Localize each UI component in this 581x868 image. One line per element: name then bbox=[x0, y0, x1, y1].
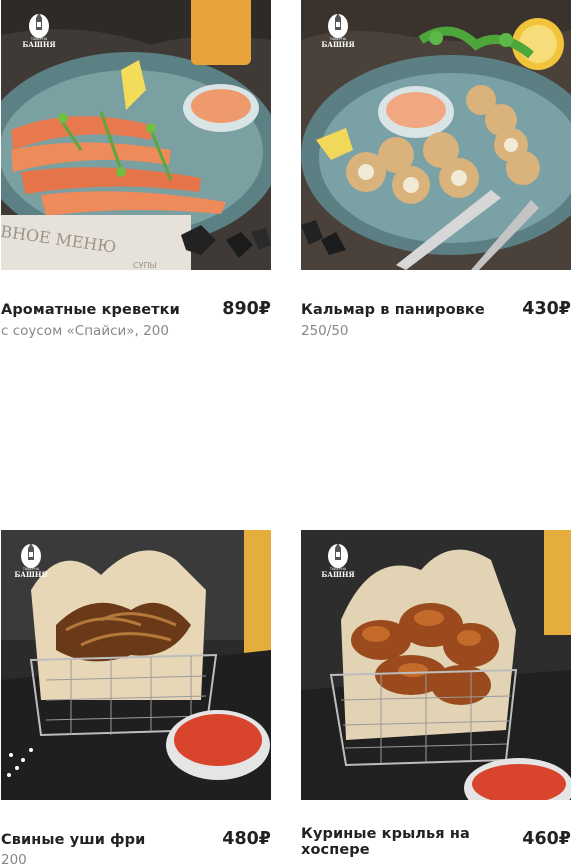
svg-text:БАШНЯ: БАШНЯ bbox=[321, 40, 354, 49]
item-description: с соусом «Спайси», 200 bbox=[1, 323, 169, 339]
item-title: Ароматные креветки bbox=[1, 302, 180, 318]
svg-text:СУПЫ: СУПЫ bbox=[133, 261, 157, 270]
chicken-wings-basket-photo[interactable]: ТАВЕРНА БАШНЯ bbox=[301, 530, 571, 800]
item-price: 890₽ bbox=[222, 299, 271, 319]
svg-text:БАШНЯ: БАШНЯ bbox=[14, 570, 47, 579]
tavern-logo: ТАВЕРНА БАШНЯ bbox=[18, 10, 62, 54]
item-title: Куриные крылья на хоспере bbox=[301, 826, 470, 858]
item-price: 430₽ bbox=[522, 299, 571, 319]
item-title: Свиные уши фри bbox=[1, 832, 146, 848]
item-description: 200 bbox=[1, 852, 27, 868]
item-price: 480₽ bbox=[222, 829, 271, 849]
tavern-logo: ТАВЕРНА БАШНЯ bbox=[10, 540, 54, 584]
shrimp-plate-photo[interactable]: ВНОЕ МЕНЮ СУПЫ ТАВЕРНА БАШНЯ bbox=[1, 0, 271, 270]
svg-text:БАШНЯ: БАШНЯ bbox=[22, 40, 55, 49]
svg-text:БАШНЯ: БАШНЯ bbox=[321, 570, 354, 579]
breaded-squid-photo[interactable]: ТАВЕРНА БАШНЯ bbox=[301, 0, 571, 270]
item-title: Кальмар в панировке bbox=[301, 302, 485, 318]
pork-ears-basket-photo[interactable]: ТАВЕРНА БАШНЯ bbox=[1, 530, 271, 800]
item-description: 250/50 bbox=[301, 323, 349, 339]
tavern-logo: ТАВЕРНА БАШНЯ bbox=[317, 10, 361, 54]
item-price: 460₽ bbox=[522, 829, 571, 849]
tavern-logo: ТАВЕРНА БАШНЯ bbox=[317, 540, 361, 584]
